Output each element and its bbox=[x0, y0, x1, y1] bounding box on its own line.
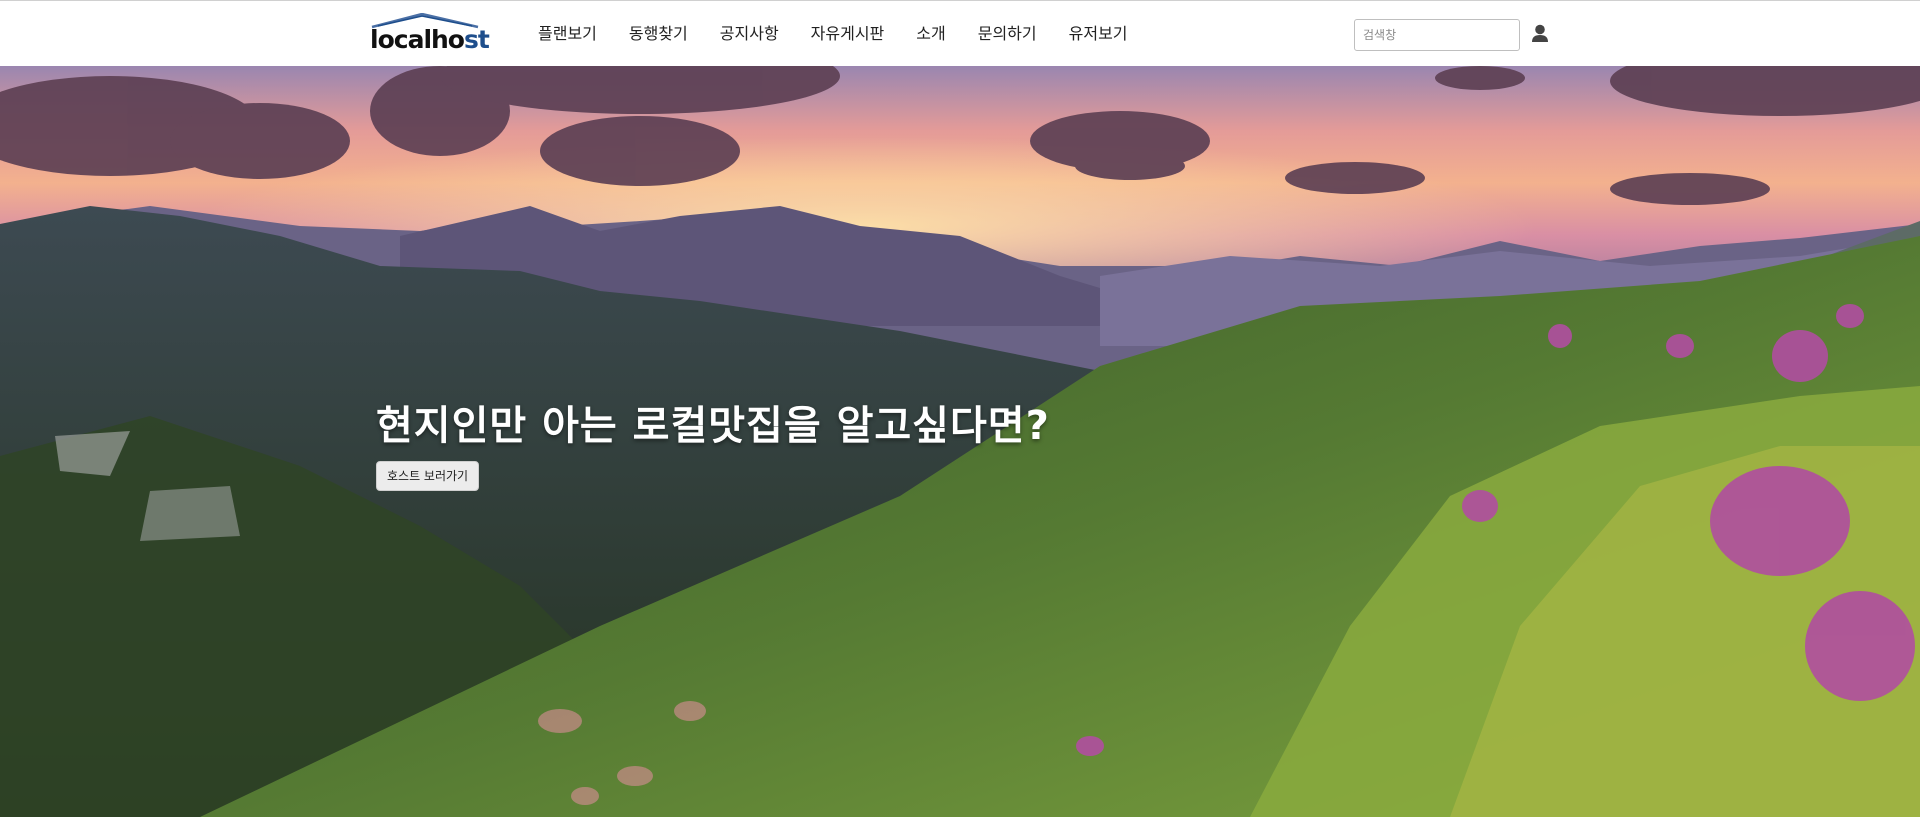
site-logo[interactable]: localhost bbox=[370, 13, 490, 57]
top-navbar: localhost 플랜보기 동행찾기 공지사항 자유게시판 소개 문의하기 유… bbox=[0, 0, 1920, 66]
nav-item-about[interactable]: 소개 bbox=[916, 23, 945, 45]
logo-wordmark: localhost bbox=[370, 25, 490, 54]
user-icon[interactable] bbox=[1530, 23, 1550, 45]
hero-banner: 현지인만 아는 로컬맛집을 알고싶다면? 호스트 보러가기 bbox=[0, 66, 1920, 817]
hero-headline: 현지인만 아는 로컬맛집을 알고싶다면? bbox=[376, 403, 1050, 449]
nav-item-free-board[interactable]: 자유게시판 bbox=[811, 23, 885, 45]
nav-item-contact[interactable]: 문의하기 bbox=[978, 23, 1037, 45]
main-nav: 플랜보기 동행찾기 공지사항 자유게시판 소개 문의하기 유저보기 bbox=[538, 1, 1160, 67]
nav-item-find-companion[interactable]: 동행찾기 bbox=[629, 23, 688, 45]
nav-item-plans[interactable]: 플랜보기 bbox=[538, 23, 597, 45]
search-input[interactable] bbox=[1354, 19, 1520, 51]
nav-item-users[interactable]: 유저보기 bbox=[1069, 23, 1128, 45]
view-hosts-button[interactable]: 호스트 보러가기 bbox=[376, 461, 480, 491]
nav-item-notices[interactable]: 공지사항 bbox=[720, 23, 779, 45]
